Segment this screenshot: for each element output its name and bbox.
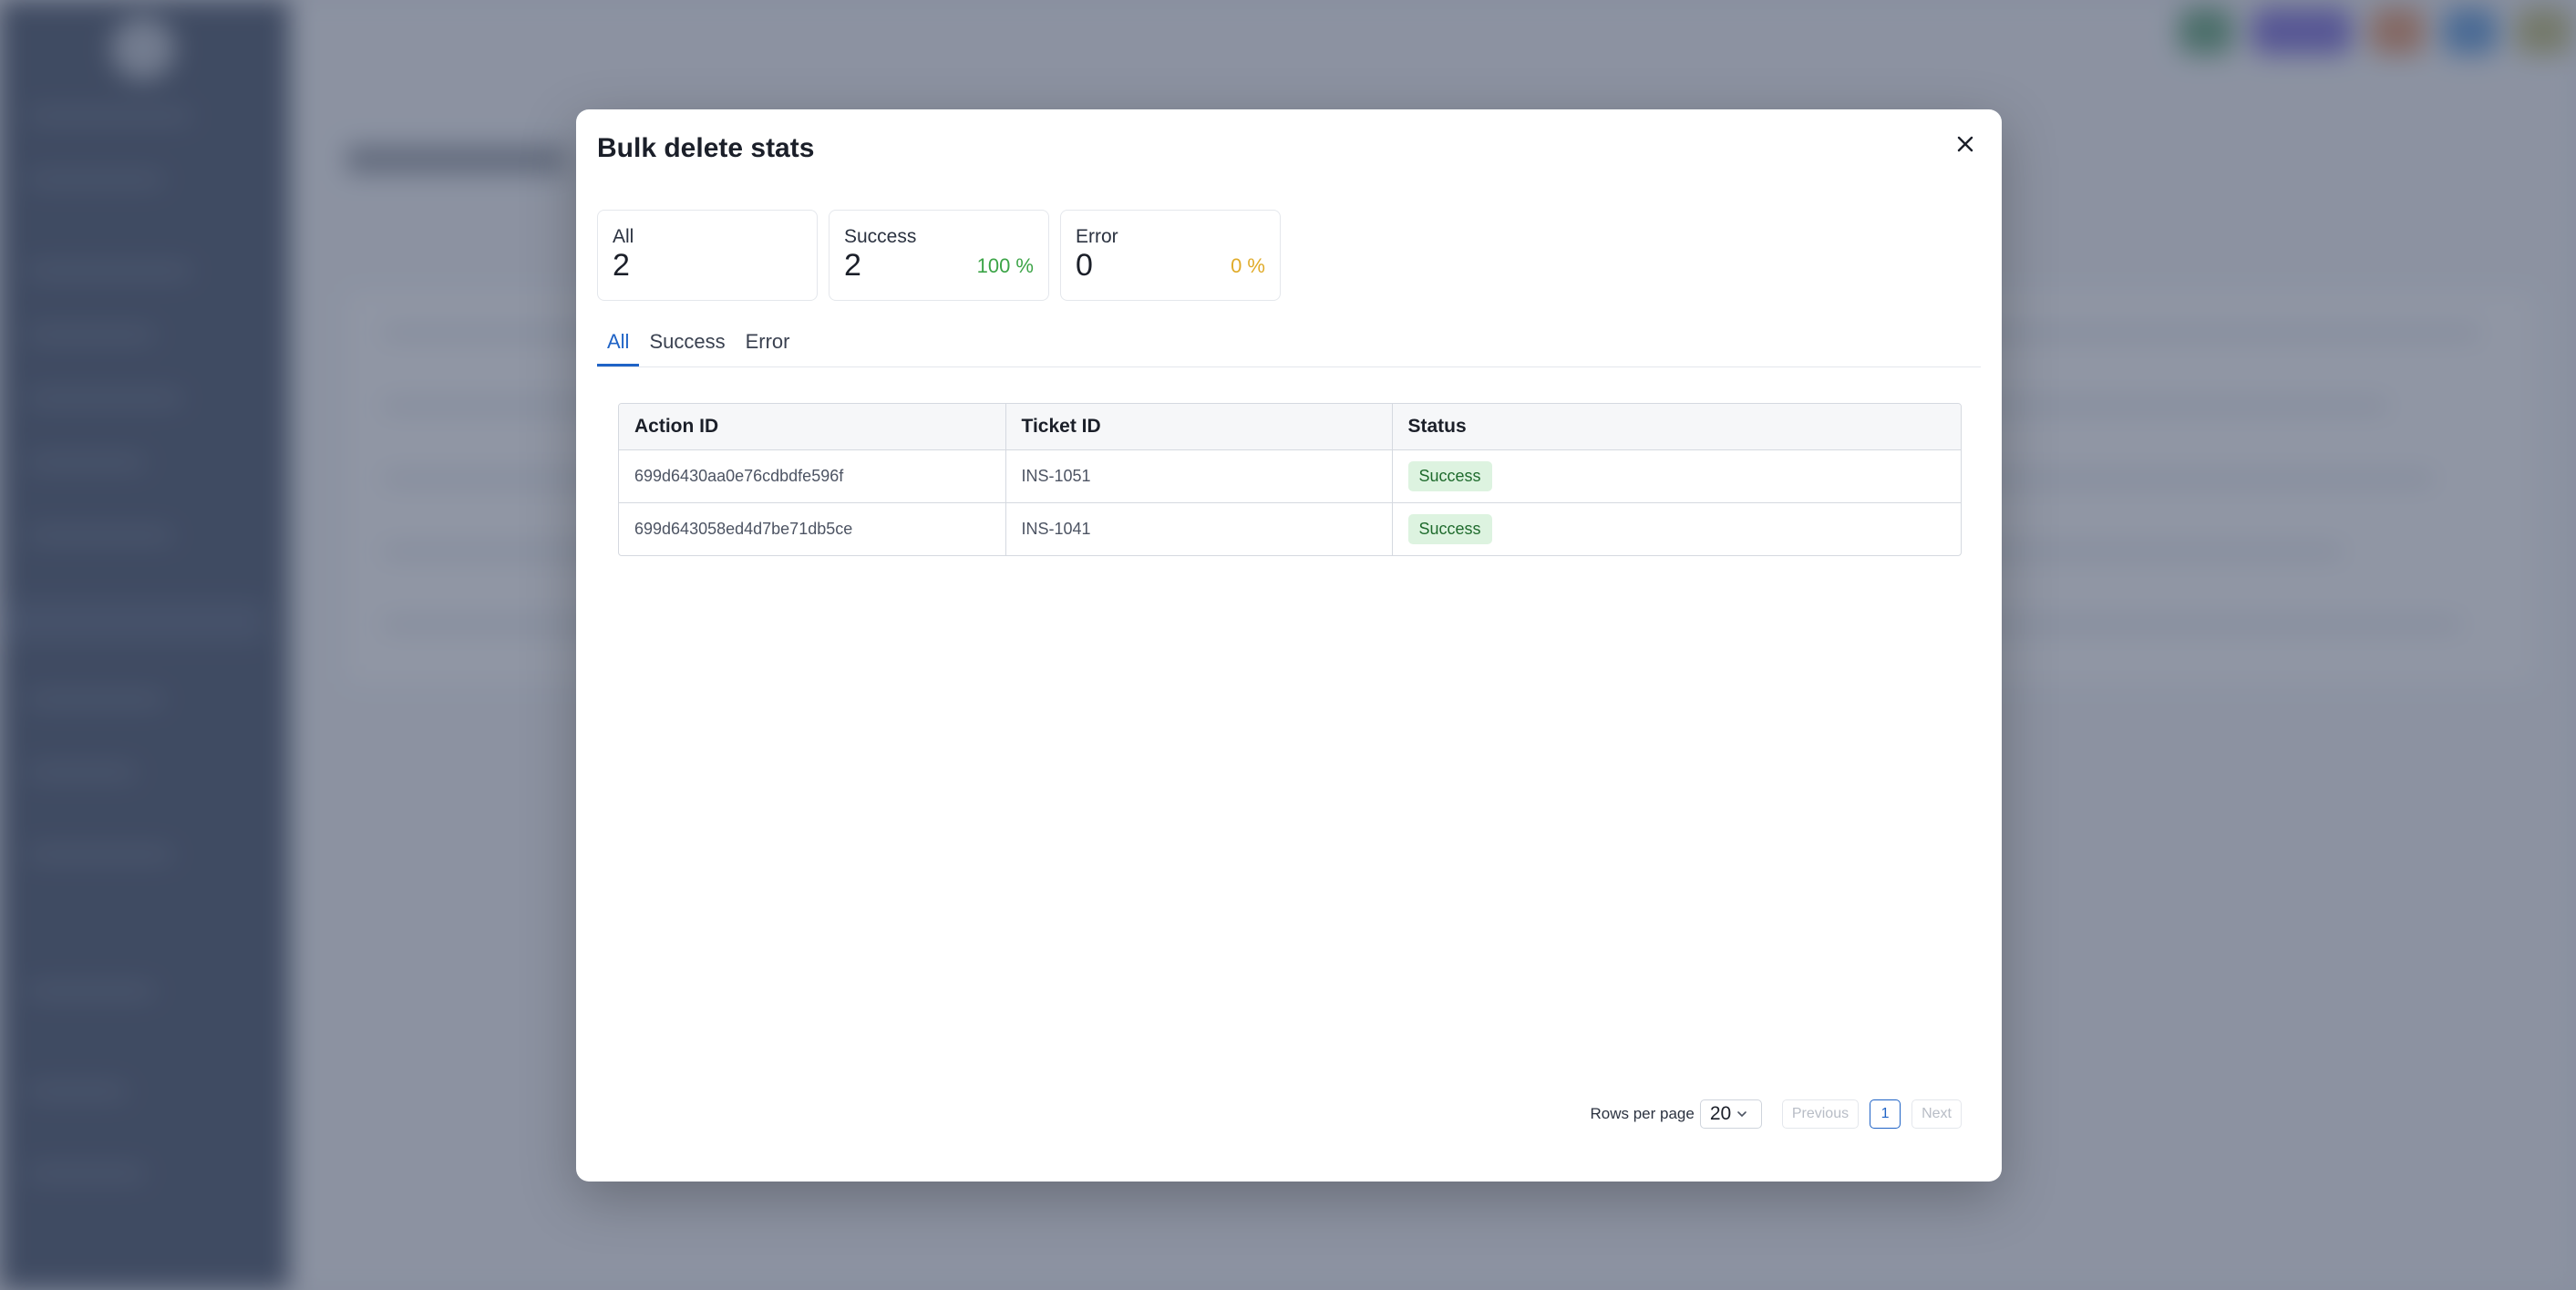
column-header-action-id[interactable]: Action ID bbox=[619, 404, 1006, 450]
stat-percent: 100 % bbox=[976, 254, 1034, 277]
column-header-ticket-id[interactable]: Ticket ID bbox=[1005, 404, 1393, 450]
column-header-status[interactable]: Status bbox=[1392, 404, 1961, 450]
filter-tabs: All Success Error bbox=[597, 328, 1981, 367]
close-icon bbox=[1957, 136, 1973, 152]
stat-label: Error bbox=[1076, 226, 1118, 247]
previous-page-button[interactable]: Previous bbox=[1781, 1099, 1860, 1129]
cell-action-id: 699d643058ed4d7be71db5ce bbox=[619, 502, 1006, 555]
cell-ticket-id: INS-1041 bbox=[1005, 502, 1393, 555]
table-row: 699d6430aa0e76cdbdfe596f INS-1051 Succes… bbox=[619, 449, 1961, 503]
chevron-down-icon bbox=[1737, 1111, 1747, 1118]
rows-per-page-value: 20 bbox=[1709, 1103, 1732, 1124]
results-table: Action ID Ticket ID Status 699d6430aa0e7… bbox=[618, 403, 1962, 556]
stats-cards: All 2 Success 2 100 % Error 0 0 % bbox=[597, 210, 1281, 301]
stat-card-success: Success 2 100 % bbox=[829, 210, 1049, 301]
tab-error[interactable]: Error bbox=[736, 328, 800, 366]
status-badge: Success bbox=[1407, 514, 1492, 544]
rows-per-page-label: Rows per page bbox=[1590, 1105, 1695, 1122]
bulk-delete-stats-modal: Bulk delete stats All 2 Success 2 100 % … bbox=[576, 109, 2002, 1182]
status-badge: Success bbox=[1407, 461, 1492, 491]
stat-card-error: Error 0 0 % bbox=[1060, 210, 1281, 301]
cell-ticket-id: INS-1051 bbox=[1005, 449, 1393, 503]
next-page-button[interactable]: Next bbox=[1911, 1099, 1962, 1129]
table-row: 699d643058ed4d7be71db5ce INS-1041 Succes… bbox=[619, 502, 1961, 555]
stat-percent: 0 % bbox=[1231, 254, 1265, 277]
tab-all[interactable]: All bbox=[597, 328, 640, 366]
cell-action-id: 699d6430aa0e76cdbdfe596f bbox=[619, 449, 1006, 503]
stat-value: 2 bbox=[613, 248, 630, 283]
cell-status: Success bbox=[1392, 502, 1961, 555]
close-button[interactable] bbox=[1949, 128, 1982, 160]
tab-success[interactable]: Success bbox=[639, 328, 735, 366]
stat-label: All bbox=[613, 226, 634, 247]
stat-label: Success bbox=[844, 226, 917, 247]
cell-status: Success bbox=[1392, 449, 1961, 503]
page-number-button[interactable]: 1 bbox=[1870, 1099, 1901, 1129]
table-header-row: Action ID Ticket ID Status bbox=[619, 404, 1961, 450]
rows-per-page-select[interactable]: 20 bbox=[1699, 1099, 1762, 1129]
pagination: Rows per page 20 Previous 1 Next bbox=[1590, 1099, 1962, 1129]
stat-card-all: All 2 bbox=[597, 210, 818, 301]
modal-title: Bulk delete stats bbox=[597, 133, 815, 163]
